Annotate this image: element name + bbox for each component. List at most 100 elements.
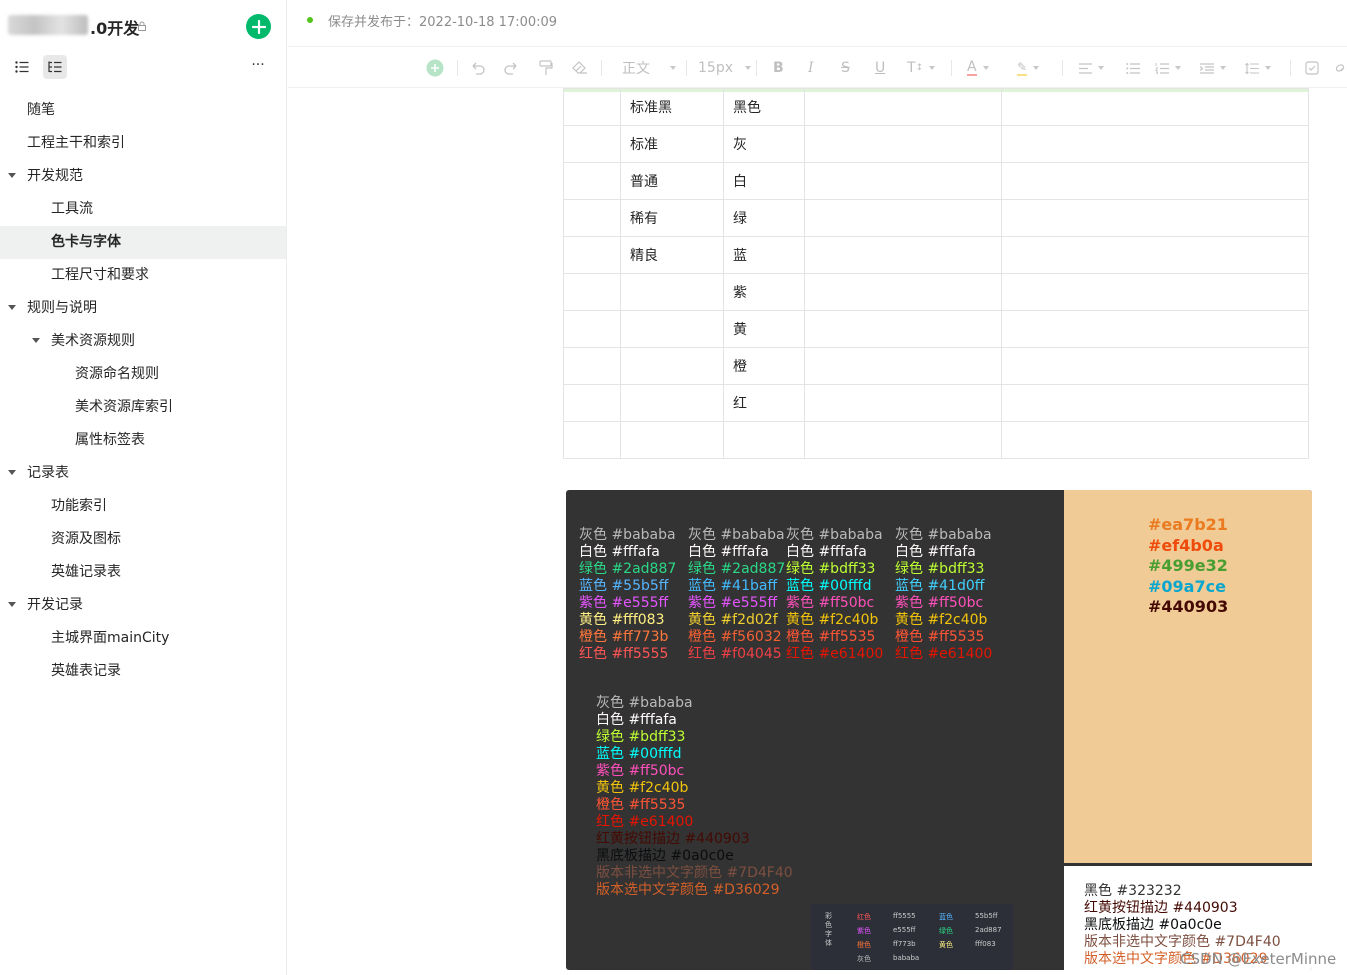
table-cell[interactable] <box>804 310 1002 348</box>
table-cell[interactable] <box>1001 310 1309 348</box>
table-cell[interactable] <box>1001 162 1309 200</box>
table-cell[interactable]: 绿 <box>723 199 805 237</box>
table-cell[interactable] <box>563 88 621 126</box>
table-cell[interactable] <box>620 310 724 348</box>
table-cell[interactable]: 黑色 <box>723 88 805 126</box>
caret-down-icon[interactable] <box>8 470 16 475</box>
caret-down-icon[interactable] <box>8 305 16 310</box>
table-cell[interactable] <box>1001 384 1309 422</box>
table-cell[interactable] <box>563 125 621 163</box>
table-cell[interactable] <box>620 273 724 311</box>
table-cell[interactable] <box>563 421 621 459</box>
align-icon[interactable] <box>1079 58 1104 78</box>
table-cell[interactable]: 黄 <box>723 310 805 348</box>
sidebar-item[interactable]: 规则与说明 <box>0 292 286 325</box>
highlight-color-icon[interactable]: ✎ <box>1017 58 1040 78</box>
table-cell[interactable] <box>804 199 1002 237</box>
table-cell[interactable] <box>804 347 1002 385</box>
table-cell[interactable]: 标准 <box>620 125 724 163</box>
table-cell[interactable] <box>804 236 1002 274</box>
sidebar-item[interactable]: 功能索引 <box>0 490 286 523</box>
font-color-icon[interactable]: A <box>967 58 989 78</box>
sidebar-item[interactable]: 开发规范 <box>0 160 286 193</box>
table-cell[interactable] <box>1001 199 1309 237</box>
sidebar-item[interactable]: 工程主干和索引 <box>0 127 286 160</box>
table-cell[interactable] <box>563 384 621 422</box>
indent-icon[interactable] <box>1200 58 1226 78</box>
add-doc-button[interactable] <box>246 14 271 39</box>
table-cell[interactable] <box>620 421 724 459</box>
table-cell[interactable] <box>1001 125 1309 163</box>
table-cell[interactable] <box>1001 236 1309 274</box>
mini-color-code: 55b5ff <box>975 912 998 920</box>
sidebar-item[interactable]: 工具流 <box>0 193 286 226</box>
sidebar-item[interactable]: 记录表 <box>0 457 286 490</box>
caret-down-icon[interactable] <box>8 173 16 178</box>
table-cell[interactable] <box>804 125 1002 163</box>
table-cell[interactable] <box>1001 88 1309 126</box>
list-view-icon[interactable] <box>10 55 34 79</box>
table-cell[interactable] <box>563 310 621 348</box>
task-checkbox-icon[interactable] <box>1305 58 1319 78</box>
table-cell[interactable]: 灰 <box>723 125 805 163</box>
caret-down-icon[interactable] <box>8 602 16 607</box>
table-cell[interactable] <box>804 384 1002 422</box>
more-icon[interactable]: ··· <box>248 55 268 79</box>
insert-icon[interactable] <box>426 58 444 78</box>
sidebar-item[interactable]: 工程尺寸和要求 <box>0 259 286 292</box>
italic-icon[interactable]: I <box>808 58 814 78</box>
sidebar-item[interactable]: 随笔 <box>0 94 286 127</box>
sidebar-item[interactable]: 色卡与字体 <box>0 226 286 259</box>
table-cell[interactable]: 紫 <box>723 273 805 311</box>
caret-down-icon[interactable] <box>32 338 40 343</box>
table-cell[interactable] <box>563 347 621 385</box>
bullet-list-icon[interactable] <box>1126 58 1140 78</box>
table-cell[interactable]: 白 <box>723 162 805 200</box>
font-size-select[interactable]: 15px <box>698 58 751 78</box>
table-cell[interactable] <box>1001 273 1309 311</box>
table-cell[interactable] <box>563 273 621 311</box>
sidebar-item[interactable]: 主城界面mainCity <box>0 622 286 655</box>
table-cell[interactable] <box>620 384 724 422</box>
table-cell[interactable] <box>804 162 1002 200</box>
sidebar-item[interactable]: 美术资源库索引 <box>0 391 286 424</box>
table-cell[interactable]: 红 <box>723 384 805 422</box>
table-cell[interactable]: 标准黑 <box>620 88 724 126</box>
table-cell[interactable] <box>1001 347 1309 385</box>
sidebar-item[interactable]: 属性标签表 <box>0 424 286 457</box>
table-cell[interactable]: 蓝 <box>723 236 805 274</box>
table-cell[interactable] <box>723 421 805 459</box>
underline-icon[interactable]: U <box>875 58 885 78</box>
paragraph-style-select[interactable]: 正文 <box>622 58 676 78</box>
sidebar-item[interactable]: 资源命名规则 <box>0 358 286 391</box>
table-cell[interactable]: 稀有 <box>620 199 724 237</box>
table-cell[interactable] <box>563 162 621 200</box>
clear-format-icon[interactable] <box>572 58 588 78</box>
undo-icon[interactable] <box>470 58 486 78</box>
table-cell[interactable]: 橙 <box>723 347 805 385</box>
format-painter-icon[interactable] <box>539 58 553 78</box>
table-cell[interactable] <box>563 236 621 274</box>
sidebar-item[interactable]: 资源及图标 <box>0 523 286 556</box>
space-title[interactable]: .0开发 <box>90 15 139 39</box>
table-cell[interactable]: 普通 <box>620 162 724 200</box>
tree-view-icon[interactable] <box>43 55 67 79</box>
table-cell[interactable] <box>620 347 724 385</box>
table-cell[interactable]: 精良 <box>620 236 724 274</box>
sidebar-item[interactable]: 英雄记录表 <box>0 556 286 589</box>
text-style-more-icon[interactable]: T ↕ <box>907 58 936 78</box>
strikethrough-icon[interactable]: S <box>841 58 850 78</box>
table-cell[interactable] <box>1001 421 1309 459</box>
table-cell[interactable] <box>804 273 1002 311</box>
link-icon[interactable] <box>1334 58 1346 78</box>
bold-icon[interactable]: B <box>773 58 784 78</box>
sidebar-item[interactable]: 开发记录 <box>0 589 286 622</box>
table-cell[interactable] <box>804 421 1002 459</box>
table-cell[interactable] <box>563 199 621 237</box>
line-height-icon[interactable] <box>1245 58 1271 78</box>
sidebar-item[interactable]: 美术资源规则 <box>0 325 286 358</box>
sidebar-item[interactable]: 英雄表记录 <box>0 655 286 688</box>
redo-icon[interactable] <box>503 58 519 78</box>
ordered-list-icon[interactable] <box>1155 58 1181 78</box>
table-cell[interactable] <box>804 88 1002 126</box>
